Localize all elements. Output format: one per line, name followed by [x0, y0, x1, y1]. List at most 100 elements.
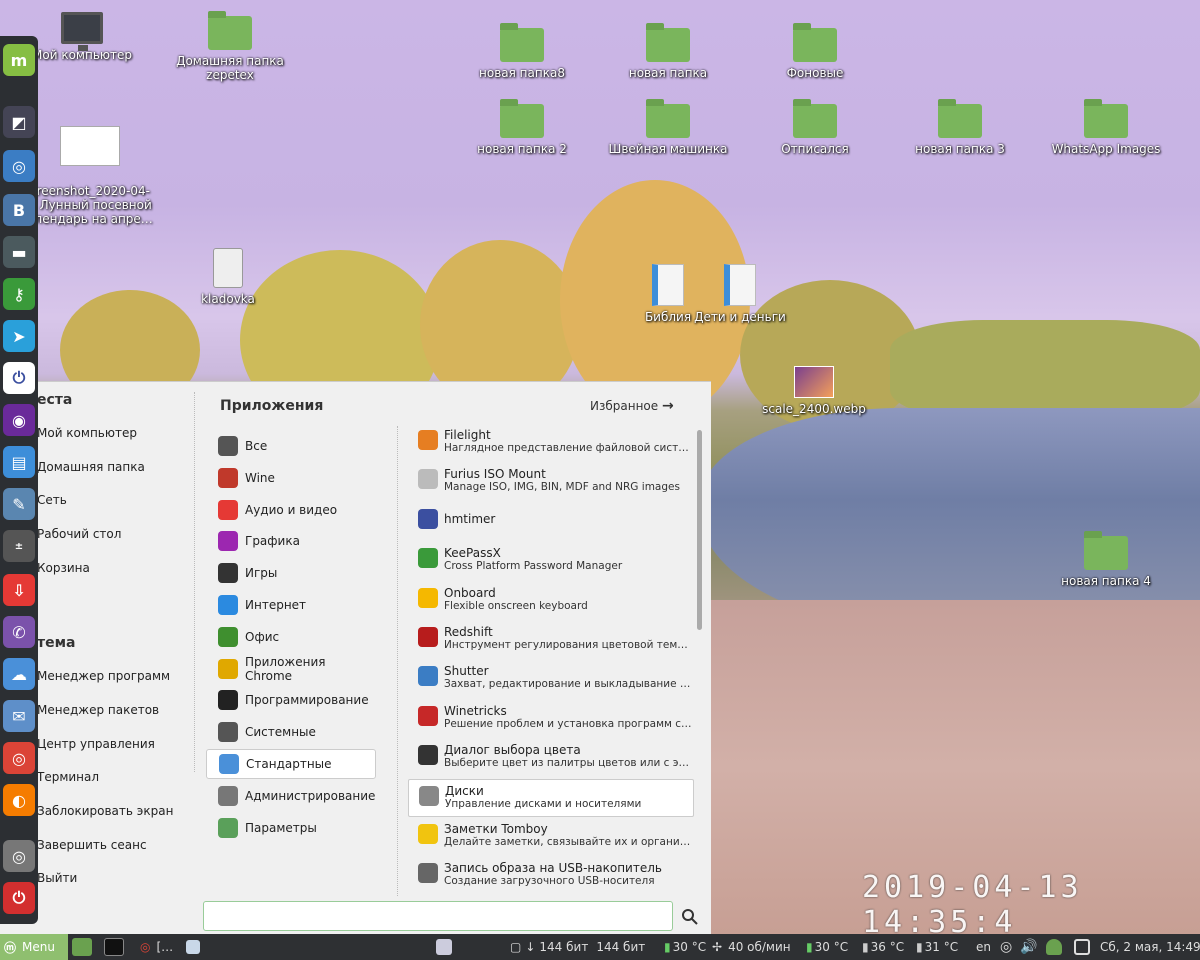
- gpu-temp[interactable]: ▮ 30 °C: [806, 934, 848, 960]
- category-item[interactable]: Графика: [206, 526, 376, 556]
- app-item[interactable]: Redshift Инструмент регулирования цветово…: [408, 621, 694, 659]
- app-description: Выберите цвет из палитры цветов или с эк…: [444, 757, 694, 770]
- tor-icon[interactable]: ◉: [3, 404, 35, 436]
- app-name: Заметки Tomboy: [444, 822, 548, 836]
- chrome-window-button[interactable]: ◎ […: [140, 934, 173, 960]
- disk-temp[interactable]: ▮ 36 °C: [862, 934, 904, 960]
- panel-icon[interactable]: ▬: [3, 236, 35, 268]
- window-button[interactable]: [186, 934, 200, 960]
- desktop-icon-home-folder[interactable]: Домашняя папка zepetex: [160, 11, 300, 82]
- board-temp[interactable]: ▮ 31 °C: [916, 934, 958, 960]
- firefox-icon[interactable]: ◐: [3, 784, 35, 816]
- calculator-icon[interactable]: ±: [3, 530, 35, 562]
- places-item-network[interactable]: Сеть: [37, 493, 67, 507]
- media-icon[interactable]: ◩: [3, 106, 35, 138]
- clock[interactable]: Сб, 2 мая, 14:49: [1100, 934, 1200, 960]
- desktop-icon-folder[interactable]: новая папка 3: [890, 99, 1030, 156]
- app-name: Shutter: [444, 664, 489, 679]
- clipboard-icon[interactable]: [1074, 934, 1090, 960]
- search-icon[interactable]: [680, 907, 700, 927]
- app-item[interactable]: Заметки Tomboy Делайте заметки, связывайт…: [408, 818, 694, 856]
- shutter-tray-icon[interactable]: ◎: [1000, 934, 1012, 960]
- shutdown-icon[interactable]: ⏻: [3, 882, 35, 914]
- fan-value: 40 об/мин: [728, 940, 791, 954]
- desktop-icon-folder[interactable]: новая папка 4: [1036, 531, 1176, 588]
- fan-speed[interactable]: ✢ 40 об/мин: [712, 934, 791, 960]
- places-item-desktop[interactable]: Рабочий стол: [37, 527, 121, 541]
- app-item[interactable]: Furius ISO Mount Manage ISO, IMG, BIN, MD…: [408, 463, 694, 501]
- category-item[interactable]: Все: [206, 431, 376, 461]
- app-item[interactable]: Winetricks Решение проблем и установка пр…: [408, 700, 694, 738]
- category-item[interactable]: Офис: [206, 622, 376, 652]
- category-item[interactable]: Аудио и видео: [206, 495, 376, 525]
- system-item-software-manager[interactable]: Менеджер программ: [37, 669, 170, 683]
- desktop-icon-kladovka[interactable]: kladovka: [158, 248, 298, 306]
- drawing-icon[interactable]: ✎: [3, 488, 35, 520]
- desktop-icon-screenshot[interactable]: creenshot_2020-04- 7 Лунный посевной але…: [20, 112, 160, 240]
- app-item[interactable]: Onboard Flexible onscreen keyboard: [408, 582, 694, 620]
- category-item[interactable]: Программирование: [206, 685, 376, 715]
- places-item-trash[interactable]: Корзина: [37, 561, 90, 575]
- app-item[interactable]: Shutter Захват, редактирование и выкладыв…: [408, 660, 694, 698]
- desktop-icon-folder[interactable]: WhatsApp Images: [1036, 99, 1176, 156]
- category-item[interactable]: Wine: [206, 463, 376, 493]
- mint-logo-icon[interactable]: m: [3, 44, 35, 76]
- mail-icon[interactable]: ✉: [3, 700, 35, 732]
- terminal-icon[interactable]: [104, 934, 124, 960]
- system-item-quit[interactable]: Выйти: [37, 871, 77, 885]
- category-item[interactable]: Стандартные: [206, 749, 376, 779]
- apps-scrollbar[interactable]: [697, 430, 702, 630]
- viber-icon[interactable]: ✆: [3, 616, 35, 648]
- system-item-logout[interactable]: Завершить сеанс: [37, 838, 147, 852]
- document-icon[interactable]: ▤: [3, 446, 35, 478]
- telegram-icon[interactable]: ➤: [3, 320, 35, 352]
- favorites-label: Избранное: [590, 399, 659, 413]
- shutter-tray-icon[interactable]: [436, 934, 452, 960]
- favorites-link[interactable]: Избранное →: [590, 398, 674, 414]
- keepassx-icon[interactable]: ⚷: [3, 278, 35, 310]
- places-item-computer[interactable]: Мой компьютер: [37, 426, 137, 440]
- app-item[interactable]: Диски Управление дисками и носителями: [408, 778, 694, 817]
- vk-icon[interactable]: B: [3, 194, 35, 226]
- desktop-icon-document[interactable]: Дети и деньги: [670, 264, 810, 324]
- category-label: Аудио и видео: [245, 502, 338, 517]
- chrome-icon[interactable]: ◎: [3, 742, 35, 774]
- category-item[interactable]: Приложения Chrome: [206, 654, 376, 684]
- category-item[interactable]: Системные: [206, 717, 376, 747]
- menu-button[interactable]: ⓜ Menu: [0, 934, 68, 960]
- system-item-control-center[interactable]: Центр управления: [37, 737, 155, 751]
- desktop-icon-folder[interactable]: Отписался: [745, 99, 885, 156]
- category-item[interactable]: Интернет: [206, 590, 376, 620]
- chromium-icon[interactable]: ◎: [3, 840, 35, 872]
- desktop-icon-folder[interactable]: новая папка8: [452, 23, 592, 80]
- places-item-home[interactable]: Домашняя папка: [37, 460, 145, 474]
- app-item[interactable]: KeePassX Cross Platform Password Manager: [408, 542, 694, 580]
- cpu-temp[interactable]: ▮ 30 °C: [664, 934, 706, 960]
- shield-icon[interactable]: [1046, 934, 1062, 960]
- keyboard-layout[interactable]: en: [976, 934, 991, 960]
- download-icon[interactable]: ⇩: [3, 574, 35, 606]
- desktop-icon-folder[interactable]: Фоновые: [745, 23, 885, 80]
- category-item[interactable]: Игры: [206, 558, 376, 588]
- category-item[interactable]: Администрирование: [206, 781, 376, 811]
- show-desktop-icon[interactable]: [72, 934, 92, 960]
- app-item[interactable]: Запись образа на USB-накопитель Создание …: [408, 857, 694, 895]
- volume-icon[interactable]: 🔊: [1020, 934, 1037, 960]
- desktop-icon-folder[interactable]: новая папка 2: [452, 99, 592, 156]
- shutter-icon[interactable]: ◎: [3, 150, 35, 182]
- desktop-icon-folder[interactable]: новая папка: [598, 23, 738, 80]
- system-item-terminal[interactable]: Терминал: [37, 770, 99, 784]
- category-item[interactable]: Параметры: [206, 813, 376, 843]
- system-item-package-manager[interactable]: Менеджер пакетов: [37, 703, 159, 717]
- app-text: Shutter Захват, редактирование и выкладыв…: [444, 664, 694, 691]
- app-item[interactable]: hmtimer: [408, 503, 694, 541]
- power-timer-icon[interactable]: ⏻: [3, 362, 35, 394]
- system-item-lock-screen[interactable]: Заблокировать экран: [37, 804, 173, 818]
- app-item[interactable]: Filelight Наглядное представление файлово…: [408, 426, 694, 462]
- weather-icon[interactable]: ☁: [3, 658, 35, 690]
- app-item[interactable]: Диалог выбора цвета Выберите цвет из пали…: [408, 739, 694, 777]
- desktop-icon-image[interactable]: scale_2400.webp: [744, 366, 884, 416]
- menu-search-input[interactable]: [203, 901, 673, 931]
- desktop-icon-folder[interactable]: Швейная машинка: [598, 99, 738, 156]
- network-monitor[interactable]: ▢ ↓ 144 бит 144 бит: [510, 934, 645, 960]
